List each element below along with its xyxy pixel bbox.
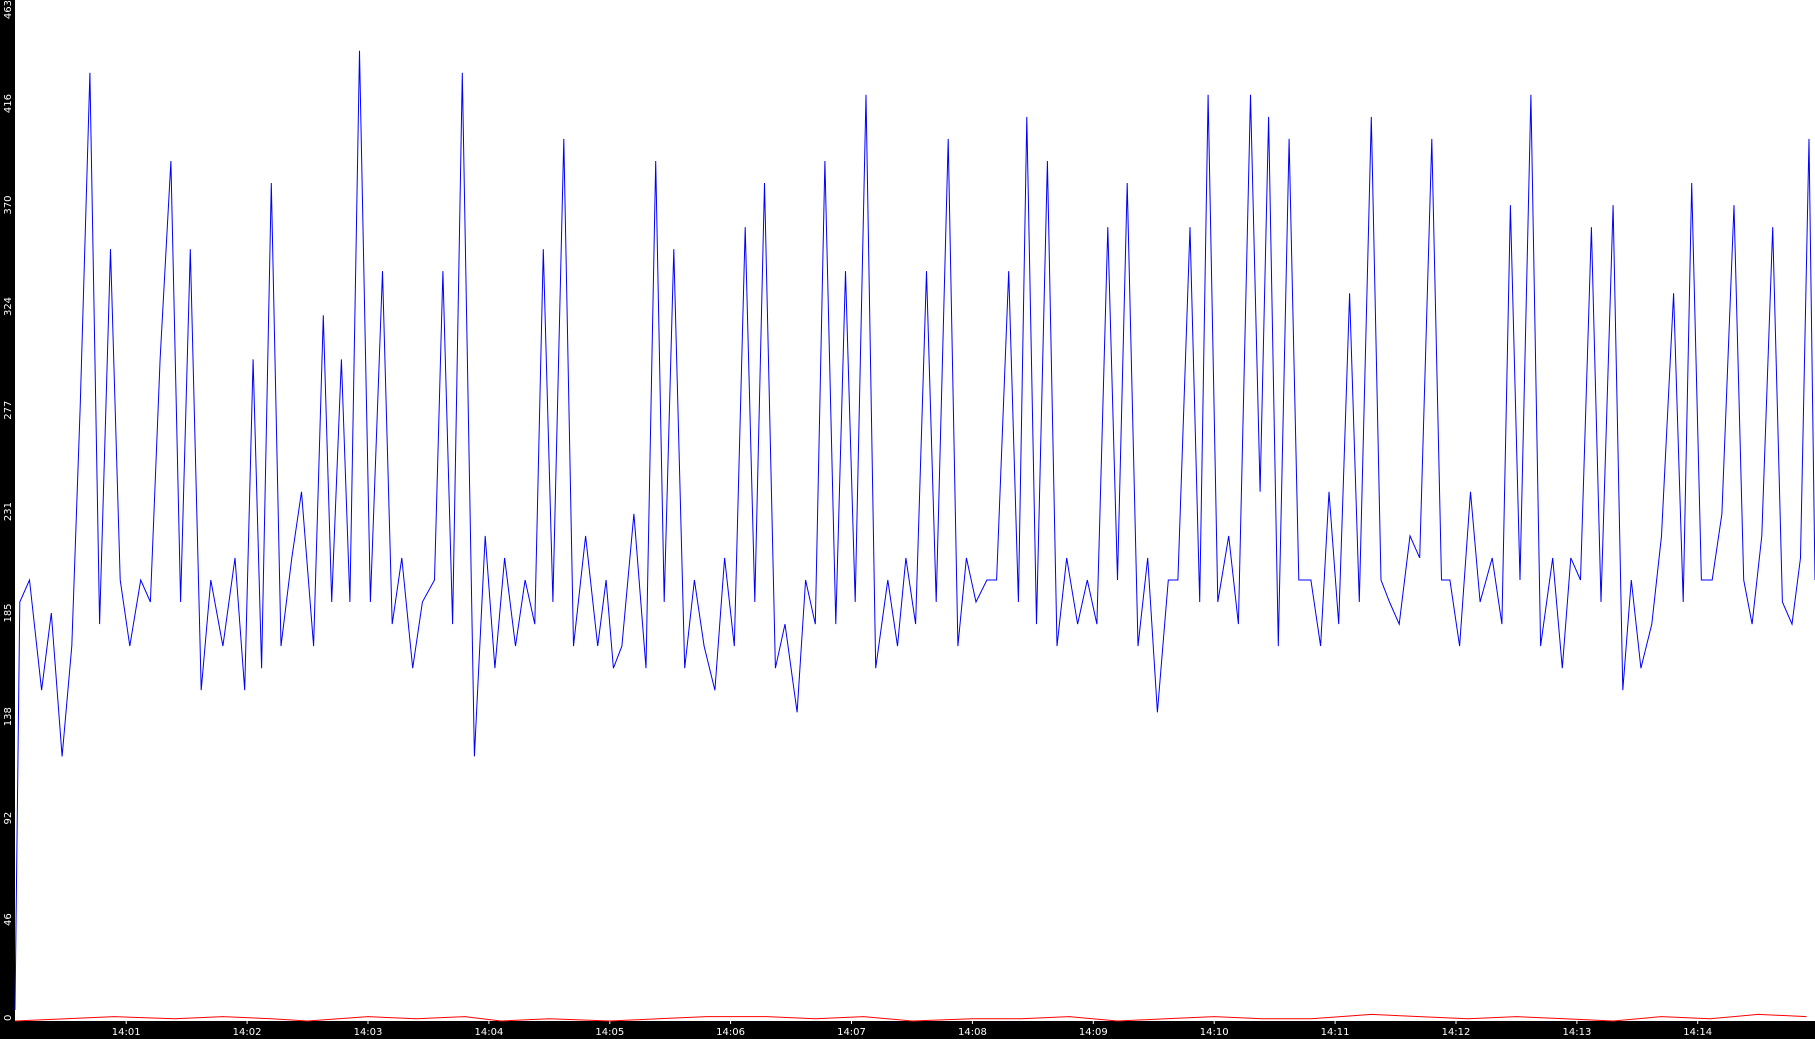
x-tick-label: 14:12 <box>1442 1027 1471 1038</box>
x-tick-label: 14:09 <box>1079 1027 1108 1038</box>
y-tick-label: 416 <box>3 94 14 113</box>
x-tick-label: 14:01 <box>112 1027 141 1038</box>
x-tick-label: 14:08 <box>958 1027 987 1038</box>
y-tick-label: 0 <box>3 1015 14 1021</box>
y-tick-label: 370 <box>3 196 14 215</box>
x-tick-label: 14:02 <box>233 1027 262 1038</box>
y-tick-label: 277 <box>3 401 14 420</box>
x-tick-label: 14:14 <box>1683 1027 1712 1038</box>
x-tick-label: 14:06 <box>716 1027 745 1038</box>
x-tick-label: 14:05 <box>595 1027 624 1038</box>
y-tick-label: 324 <box>3 297 14 316</box>
y-tick-label: 231 <box>3 502 14 521</box>
x-tick-label: 14:04 <box>474 1027 503 1038</box>
x-tick-label: 14:03 <box>354 1027 383 1038</box>
x-tick-label: 14:07 <box>837 1027 866 1038</box>
y-tick-label: 185 <box>3 603 14 622</box>
y-tick-label: 46 <box>3 913 14 926</box>
plot-area <box>15 0 1815 1021</box>
x-tick-label: 14:11 <box>1321 1027 1350 1038</box>
y-tick-label: 463 <box>3 0 14 19</box>
x-tick-label: 14:13 <box>1562 1027 1591 1038</box>
x-tick-label: 14:10 <box>1200 1027 1229 1038</box>
y-tick-label: 138 <box>3 707 14 726</box>
y-tick-label: 92 <box>3 812 14 825</box>
line-chart: 0 46 92 138 185 231 277 324 370 416 463 14:01 14:02… <box>0 0 1815 1039</box>
